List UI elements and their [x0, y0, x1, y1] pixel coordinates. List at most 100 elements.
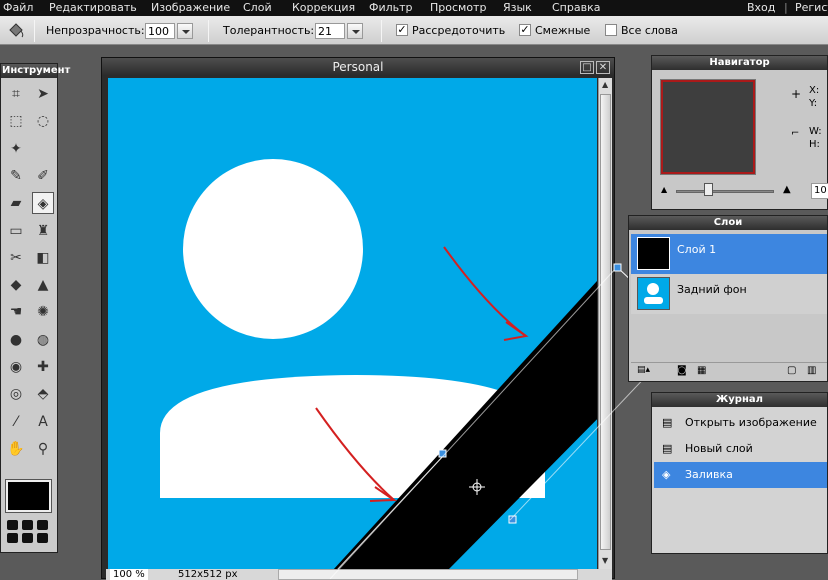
login-link[interactable]: Вход — [747, 1, 775, 14]
clone-stamp-icon[interactable]: ♜ — [32, 220, 54, 242]
antialias-label: Рассредоточить — [412, 24, 506, 37]
burn-icon[interactable]: ● — [5, 329, 27, 351]
color-picker-icon[interactable]: ⁄ — [5, 411, 27, 433]
w-label: W: — [809, 126, 822, 137]
gradient-icon[interactable]: ▭ — [5, 220, 27, 242]
layers-footer: ▤▴ ◙ ▦ ▢ ▥ — [631, 362, 827, 380]
history-label: Заливка — [685, 468, 733, 481]
magic-wand-icon[interactable]: ✦ — [5, 138, 27, 160]
toolbar-divider — [208, 20, 209, 42]
image-size: 512x512 px — [178, 569, 238, 580]
smudge-icon[interactable]: ☚ — [5, 301, 27, 323]
layer-name: Слой 1 — [677, 243, 717, 256]
layers-title: Слои — [629, 216, 827, 230]
scroll-down-icon[interactable]: ▼ — [602, 556, 608, 565]
foreground-color-swatch[interactable] — [5, 479, 52, 513]
paint-bucket-icon[interactable]: ◈ — [32, 192, 54, 215]
opacity-dropdown[interactable] — [177, 23, 193, 39]
options-bar: Непрозрачность: 100 Толерантность: 21 ✓ … — [0, 16, 828, 45]
menu-language[interactable]: Язык — [503, 1, 532, 14]
new-layer-icon[interactable]: ▢ — [787, 365, 796, 376]
shape-icon[interactable]: ◧ — [32, 247, 54, 269]
menu-edit[interactable]: Редактировать — [49, 1, 137, 14]
menu-layer[interactable]: Слой — [243, 1, 272, 14]
zoom-slider[interactable] — [676, 190, 774, 193]
history-title: Журнал — [652, 393, 827, 407]
blur-icon[interactable]: ◆ — [5, 274, 27, 296]
opacity-input[interactable]: 100 — [145, 23, 175, 39]
vertical-scrollbar[interactable]: ▲ ▼ — [598, 78, 612, 570]
lasso-icon[interactable]: ◌ — [32, 110, 54, 132]
tool-presets[interactable] — [5, 518, 53, 546]
hand-icon[interactable]: ✋ — [5, 438, 27, 460]
dodge-icon[interactable]: ◍ — [32, 329, 54, 351]
avatar-head — [183, 159, 363, 339]
layer-settings-icon[interactable]: ▤▴ — [637, 365, 650, 375]
scroll-thumb[interactable] — [600, 94, 611, 550]
layer-thumbnail — [637, 277, 670, 310]
pencil-icon[interactable]: ✎ — [5, 165, 27, 187]
menu-help[interactable]: Справка — [552, 1, 600, 14]
tolerance-dropdown[interactable] — [347, 23, 363, 39]
move-icon[interactable]: ➤ — [32, 83, 54, 105]
canvas-artwork — [160, 159, 597, 570]
menu-file[interactable]: Файл — [3, 1, 33, 14]
layer-style-icon[interactable]: ▦ — [697, 365, 706, 376]
zoom-icon[interactable]: ⚲ — [32, 438, 54, 460]
y-label: Y: — [809, 98, 818, 109]
history-item[interactable]: ▤ Открыть изображение — [654, 410, 827, 436]
zoom-field[interactable]: 100 % — [110, 569, 148, 580]
navigator-thumbnail[interactable] — [660, 79, 756, 175]
sponge-icon[interactable]: ✺ — [32, 301, 54, 323]
trash-icon[interactable]: ▥ — [807, 365, 816, 376]
h-label: H: — [809, 139, 820, 150]
transform-handle[interactable] — [508, 515, 517, 524]
history-item[interactable]: ▤ Новый слой — [654, 436, 827, 462]
crop-icon[interactable]: ⌗ — [5, 83, 27, 105]
contiguous-checkbox[interactable]: ✓ — [519, 24, 531, 36]
sharpen-icon[interactable]: ▲ — [32, 274, 54, 296]
tolerance-input[interactable]: 21 — [315, 23, 345, 39]
type-icon[interactable]: A — [32, 411, 54, 433]
zoom-input[interactable]: 10 — [811, 183, 828, 199]
scroll-up-icon[interactable]: ▲ — [602, 80, 608, 89]
pinch-icon[interactable]: ⬘ — [32, 383, 54, 405]
transform-handle[interactable] — [438, 449, 447, 458]
color-replace-icon[interactable]: ✂ — [5, 247, 27, 269]
register-link[interactable]: Регист — [795, 1, 828, 14]
red-eye-icon[interactable]: ◉ — [5, 356, 27, 378]
layer-thumbnail — [637, 237, 670, 270]
zoom-slider-thumb[interactable] — [704, 183, 713, 196]
brush-icon[interactable]: ✐ — [32, 165, 54, 187]
horizontal-scrollbar[interactable] — [278, 569, 578, 580]
opacity-label: Непрозрачность: — [46, 24, 145, 37]
zoom-out-icon[interactable]: ▲ — [661, 185, 667, 194]
close-icon[interactable]: ✕ — [596, 61, 610, 74]
history-item[interactable]: ◈ Заливка — [654, 462, 827, 488]
menu-view[interactable]: Просмотр — [430, 1, 486, 14]
toolbar-divider — [34, 20, 35, 42]
history-label: Открыть изображение — [685, 416, 817, 429]
antialias-checkbox[interactable]: ✓ — [396, 24, 408, 36]
all-layers-checkbox[interactable] — [605, 24, 617, 36]
layer-mask-icon[interactable]: ◙ — [677, 365, 687, 376]
eraser-icon[interactable]: ▰ — [5, 192, 27, 214]
spot-heal-icon[interactable]: ✚ — [32, 356, 54, 378]
layer-row[interactable]: Слой 1 — [631, 234, 827, 274]
tools-panel: Инструмент ⌗ ➤ ⬚ ◌ ✦ ✎ ✐ ▰ ◈ ▭ ♜ ✂ ◧ ◆ ▲ ☚ ✺ ● ◍ ◉ ✚ ◎ ⬘ ⁄ A ✋ ⚲ — [0, 63, 70, 553]
layer-row[interactable]: Задний фон — [631, 274, 827, 314]
bloat-icon[interactable]: ◎ — [5, 383, 27, 405]
contiguous-label: Смежные — [535, 24, 591, 37]
toolbar-divider — [381, 20, 382, 42]
maximize-icon[interactable]: □ — [580, 61, 594, 74]
zoom-value: 100 — [113, 569, 133, 580]
transform-handle[interactable] — [613, 263, 622, 272]
menu-image[interactable]: Изображение — [151, 1, 230, 14]
history-panel: Журнал ▤ Открыть изображение ▤ Новый сло… — [651, 392, 828, 554]
menu-filter[interactable]: Фильтр — [369, 1, 413, 14]
layers-panel: Слои Слой 1 Задний фон ▤▴ ◙ ▦ ▢ ▥ — [628, 215, 828, 382]
marquee-icon[interactable]: ⬚ — [5, 110, 27, 132]
zoom-in-icon[interactable]: ▲ — [783, 184, 791, 195]
menu-adjustment[interactable]: Коррекция — [292, 1, 355, 14]
image-canvas[interactable] — [108, 78, 597, 570]
